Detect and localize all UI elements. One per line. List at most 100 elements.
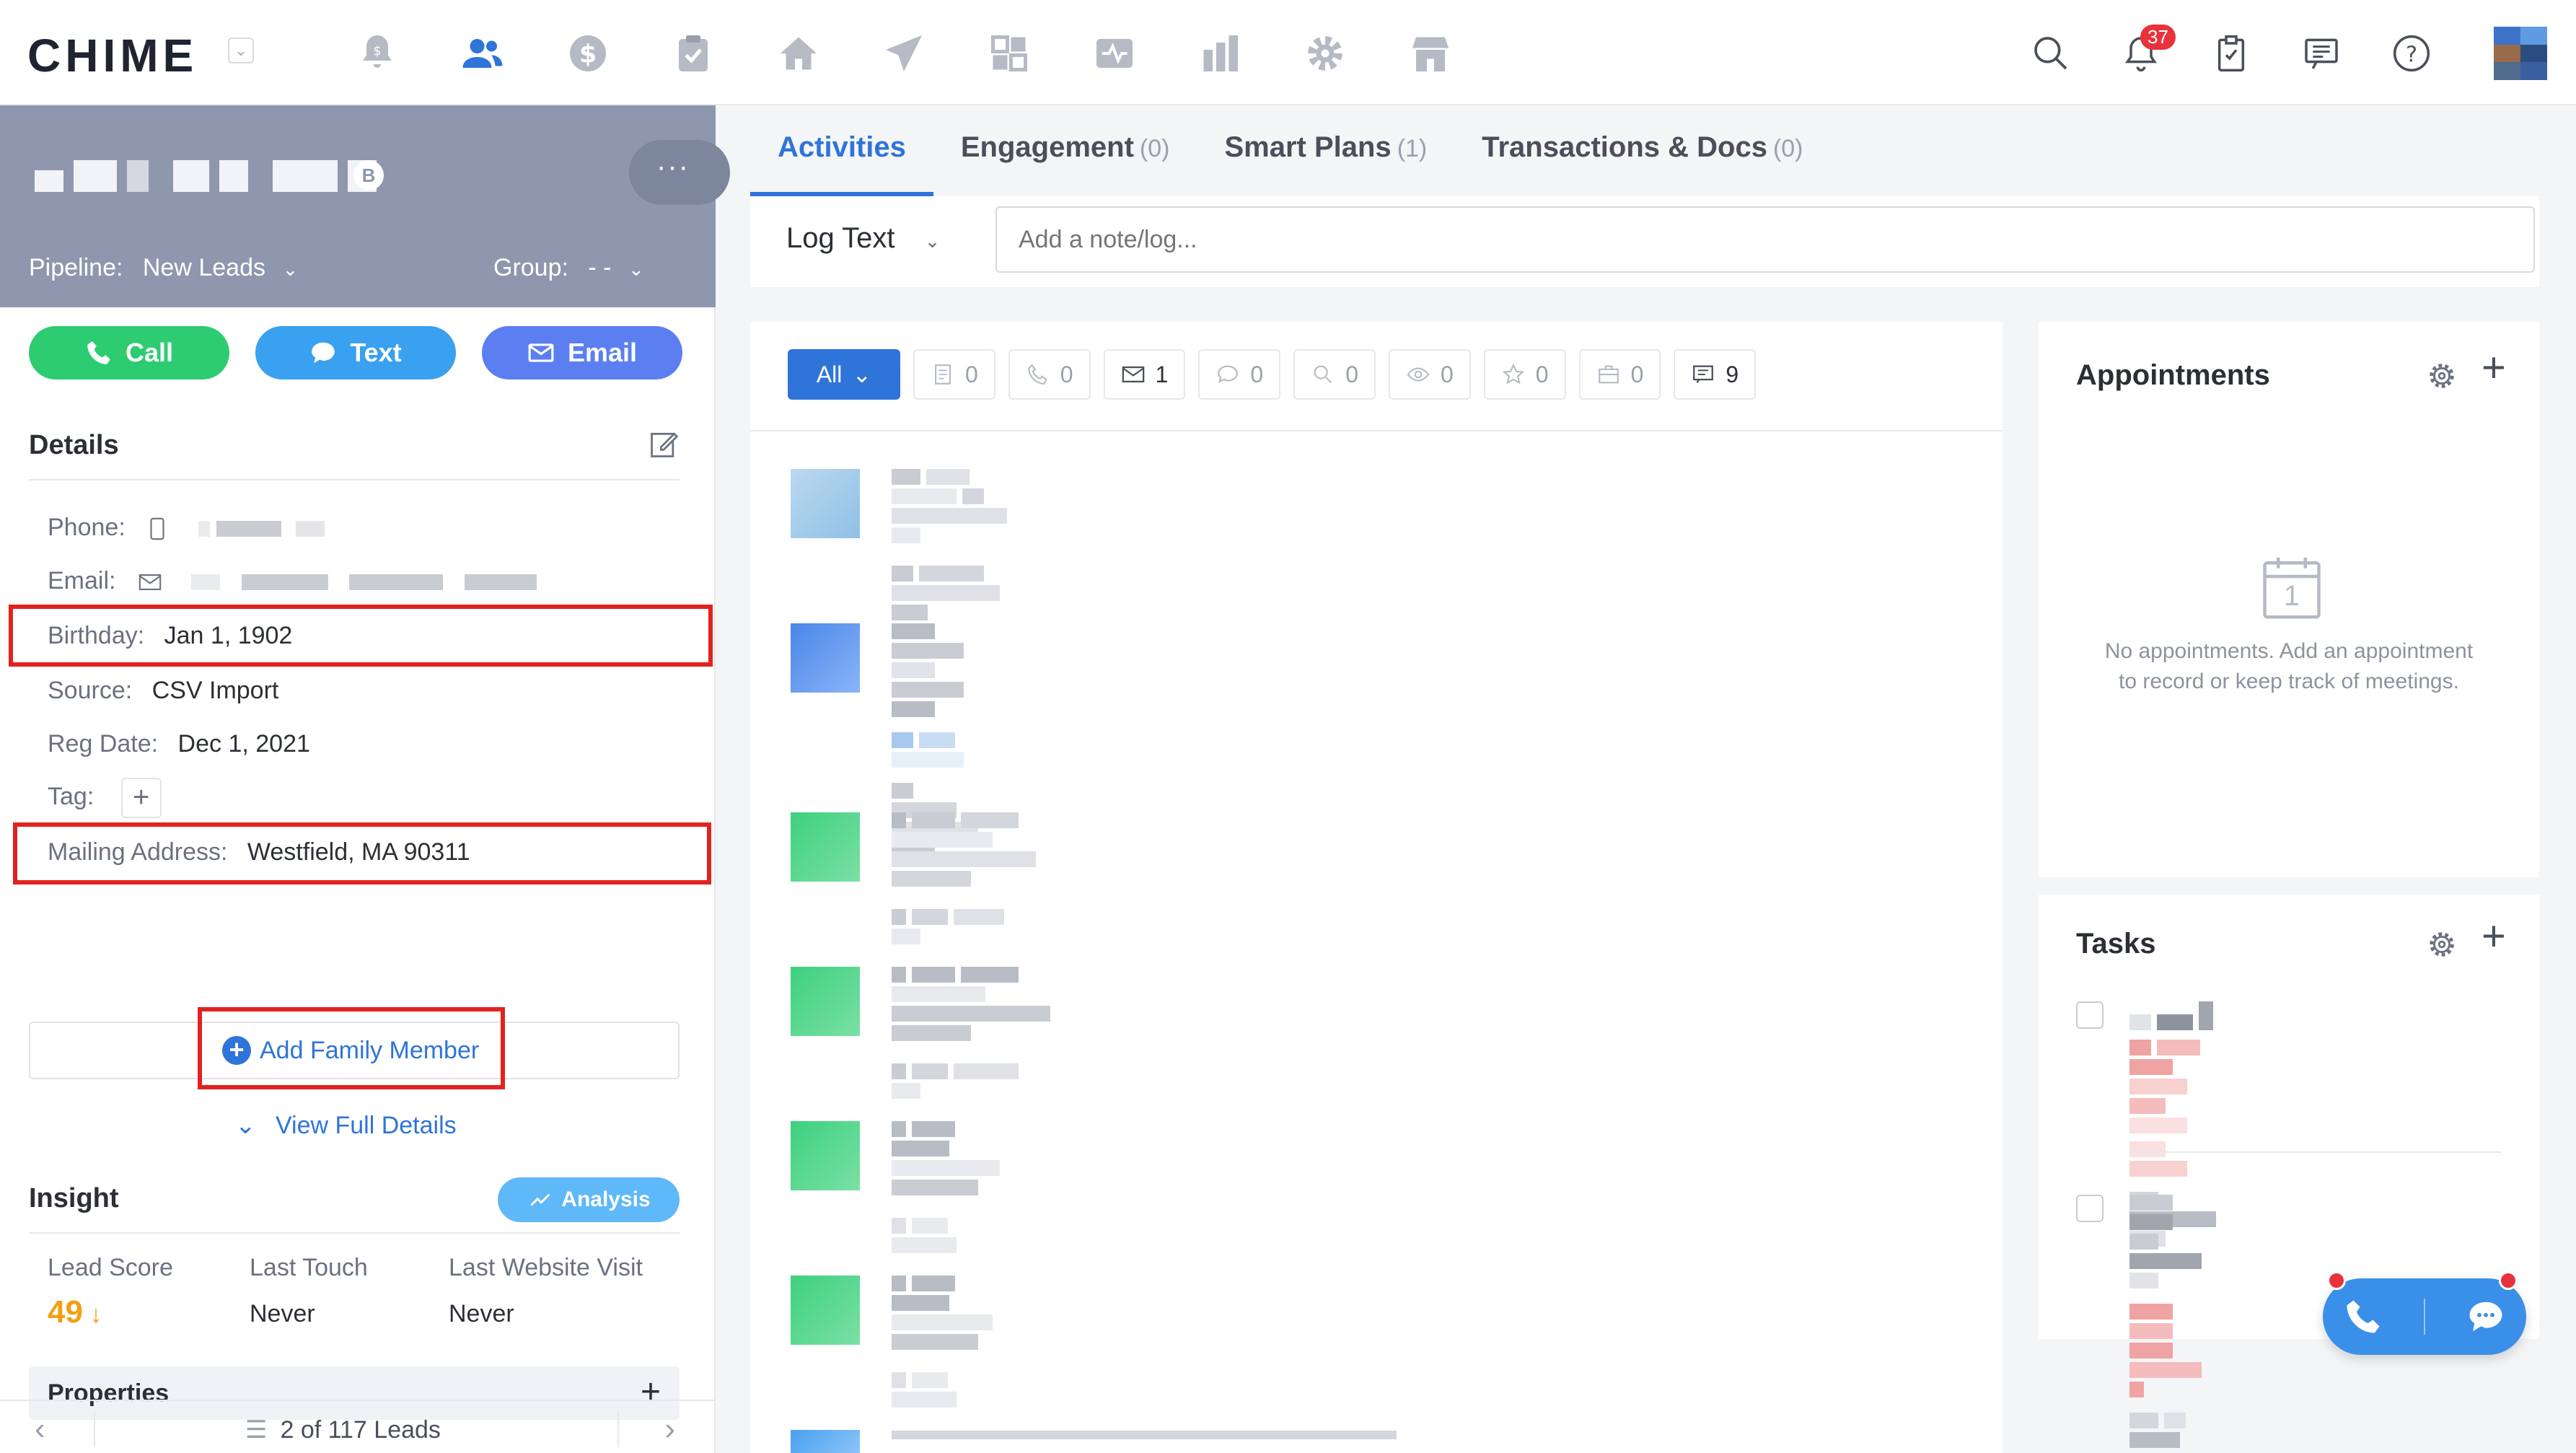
activity-filters: All ⌄ 0 0 1 0 0 0 0 0 9 <box>788 349 1757 400</box>
log-type-dropdown[interactable]: Log Text ⌄ <box>786 222 940 255</box>
activity-text-redacted <box>892 1121 1006 1257</box>
logo-dropdown-icon[interactable]: ⌄ <box>228 38 254 63</box>
more-options-button[interactable]: ··· <box>629 140 730 205</box>
contacts-icon[interactable] <box>430 25 535 82</box>
trend-line-icon <box>530 1193 550 1206</box>
chevron-down-icon: ⌄ <box>282 258 299 280</box>
lead-score-label: Lead Score <box>48 1254 173 1281</box>
tab-engagement[interactable]: Engagement (0) <box>933 105 1197 196</box>
filter-notes[interactable]: 0 <box>913 349 995 400</box>
filter-emails[interactable]: 1 <box>1103 349 1186 400</box>
avatar <box>791 623 860 693</box>
chime-logo[interactable]: CHIME <box>27 29 198 82</box>
phone-icon[interactable] <box>2344 1297 2383 1336</box>
log-card: Log Text ⌄ <box>750 196 2539 287</box>
activity-icon[interactable] <box>1062 25 1167 82</box>
tab-smart-plans[interactable]: Smart Plans (1) <box>1197 105 1454 196</box>
dollar-icon[interactable]: $ <box>535 25 641 82</box>
call-notification-dot <box>2327 1271 2346 1290</box>
floating-contact-widget <box>2323 1278 2526 1355</box>
details-title: Details <box>29 430 119 460</box>
add-appointment-button[interactable]: + <box>2482 343 2506 392</box>
text-button[interactable]: Text <box>255 326 456 379</box>
gear-icon[interactable] <box>2425 359 2458 392</box>
user-avatar[interactable] <box>2494 27 2547 80</box>
log-note-input[interactable] <box>995 206 2535 273</box>
group-selector[interactable]: Group: - - ⌄ <box>493 254 644 282</box>
lead-pager-count: ☰ 2 of 117 Leads <box>245 1415 441 1444</box>
task-text-redacted <box>2129 1195 2207 1452</box>
svg-text:?: ? <box>2405 43 2417 68</box>
tab-label: Engagement <box>960 131 1134 163</box>
filter-texts[interactable]: 0 <box>1198 349 1281 400</box>
store-icon[interactable] <box>1378 25 1483 82</box>
dashboard-icon[interactable] <box>957 25 1062 82</box>
avatar <box>791 1430 860 1453</box>
filter-transactions[interactable]: 0 <box>1578 349 1661 400</box>
filter-views[interactable]: 0 <box>1388 349 1471 400</box>
analysis-label: Analysis <box>561 1188 651 1211</box>
filter-messages[interactable]: 9 <box>1674 349 1757 400</box>
source-label: Source: <box>48 677 133 704</box>
insight-divider <box>29 1232 680 1234</box>
email-button[interactable]: Email <box>482 326 682 379</box>
next-lead-button[interactable]: › <box>664 1411 675 1447</box>
tab-count: (1) <box>1397 135 1428 162</box>
notification-count-badge: 37 <box>2140 25 2176 50</box>
filter-count: 0 <box>965 361 978 387</box>
filter-favorites[interactable]: 0 <box>1483 349 1566 400</box>
chat-icon <box>1218 365 1239 383</box>
activity-text-redacted <box>892 1276 998 1411</box>
help-icon[interactable]: ? <box>2366 25 2456 82</box>
edit-icon[interactable] <box>648 429 680 460</box>
gear-icon[interactable] <box>2425 928 2458 961</box>
call-button[interactable]: Call <box>29 326 229 379</box>
paper-plane-icon[interactable] <box>851 25 957 82</box>
add-task-button[interactable]: + <box>2482 912 2506 960</box>
task-clipboard-icon[interactable] <box>2186 25 2276 82</box>
clipboard-check-icon[interactable] <box>641 25 746 82</box>
activity-text-redacted <box>892 1430 1402 1443</box>
list-icon: ☰ <box>245 1416 268 1444</box>
view-full-details-link[interactable]: ⌄ View Full Details <box>235 1111 457 1140</box>
avatar <box>791 469 860 538</box>
add-tag-button[interactable]: + <box>120 778 162 818</box>
tab-label: Activities <box>778 131 906 163</box>
home-icon[interactable] <box>746 25 851 82</box>
mail-icon <box>1122 366 1144 383</box>
phone-icon <box>1027 364 1047 385</box>
bell-dollar-icon[interactable]: $ <box>325 25 430 82</box>
message-icon <box>1693 365 1714 383</box>
search-icon[interactable] <box>2005 25 2096 82</box>
filter-searches[interactable]: 0 <box>1293 349 1376 400</box>
task-checkbox[interactable] <box>2076 1001 2104 1029</box>
activity-divider <box>750 430 2003 431</box>
text-label: Text <box>350 338 402 367</box>
bar-chart-icon[interactable] <box>1167 25 1272 82</box>
filter-calls[interactable]: 0 <box>1008 349 1091 400</box>
lead-tabs: Activities Engagement (0) Smart Plans (1) … <box>750 105 1831 196</box>
task-checkbox[interactable] <box>2076 1195 2104 1222</box>
mailing-address-highlight-box <box>13 822 711 884</box>
messages-icon[interactable] <box>2276 25 2366 82</box>
reg-date-field: Reg Date: Dec 1, 2021 <box>48 730 310 758</box>
gear-icon[interactable] <box>1272 25 1378 82</box>
tab-activities[interactable]: Activities <box>750 105 933 196</box>
chat-notification-dot <box>2499 1271 2518 1290</box>
tab-label: Smart Plans <box>1224 131 1392 163</box>
chat-bubble-icon[interactable] <box>2466 1297 2505 1336</box>
filter-count: 0 <box>1250 361 1264 387</box>
star-icon <box>1502 363 1525 385</box>
chat-bubble-icon <box>312 342 335 364</box>
previous-lead-button[interactable]: ‹ <box>35 1411 45 1447</box>
reg-date-value: Dec 1, 2021 <box>177 730 310 758</box>
tab-transactions-docs[interactable]: Transactions & Docs (0) <box>1454 105 1830 196</box>
lead-score-value: 49 ↓ <box>48 1294 102 1330</box>
analysis-button[interactable]: Analysis <box>498 1177 680 1222</box>
filter-all-button[interactable]: All ⌄ <box>788 349 900 400</box>
reg-date-label: Reg Date: <box>48 730 159 758</box>
tab-count: (0) <box>1139 135 1170 162</box>
filter-count: 0 <box>1060 361 1073 387</box>
notification-bell-icon[interactable]: 37 <box>2096 25 2186 82</box>
pipeline-selector[interactable]: Pipeline: New Leads ⌄ <box>29 254 298 282</box>
